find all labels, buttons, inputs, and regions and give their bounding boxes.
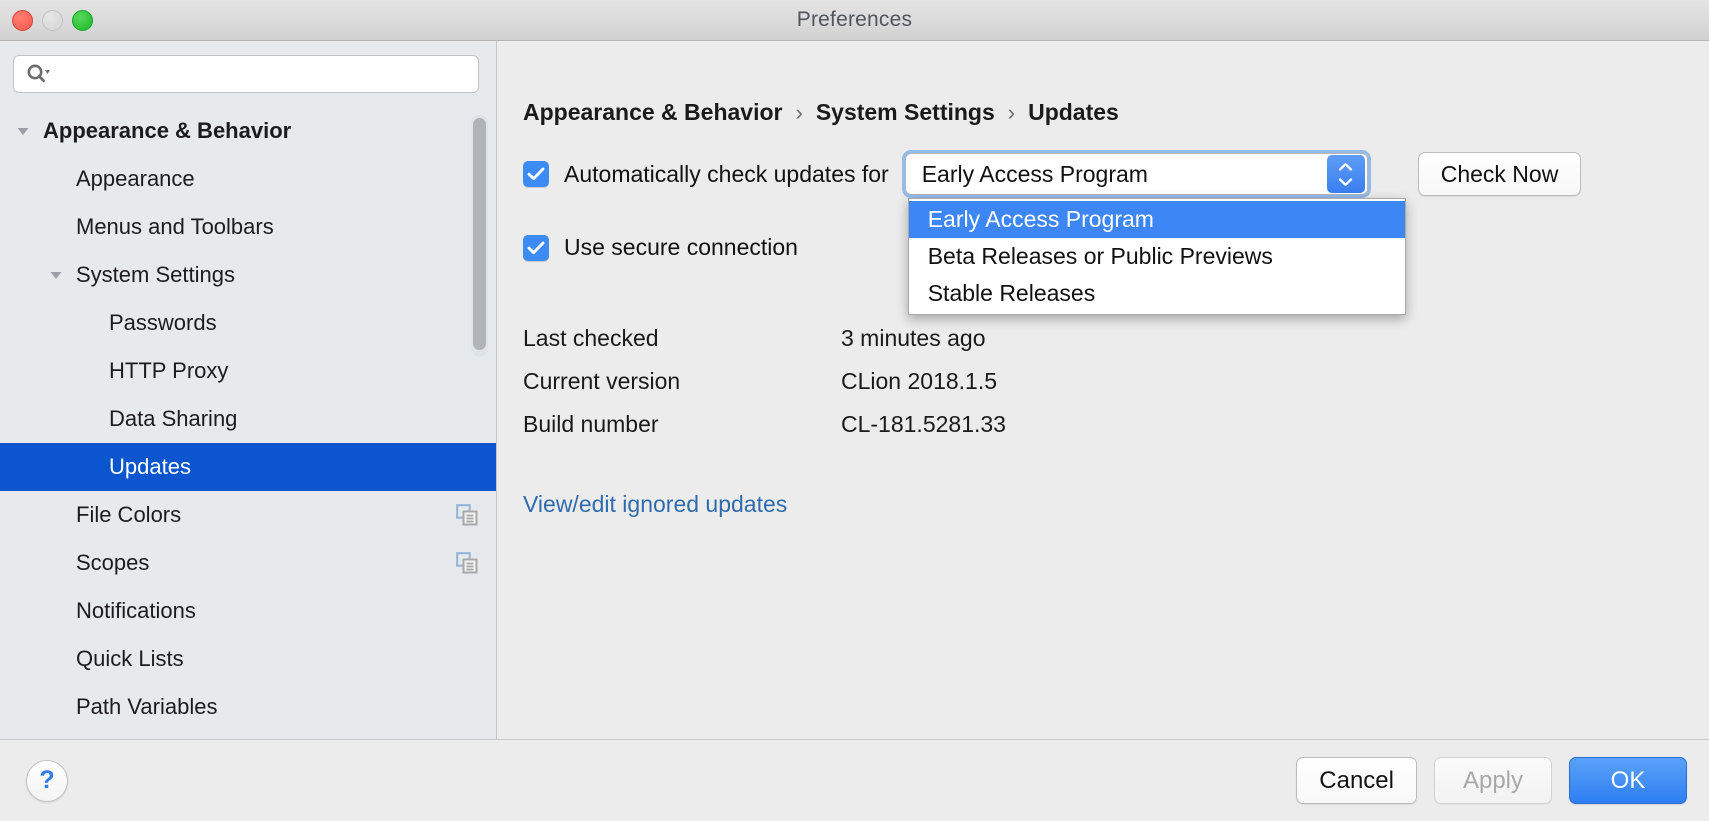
sidebar-item-label: HTTP Proxy <box>109 358 478 384</box>
update-channel-stepper[interactable] <box>1327 155 1365 193</box>
sidebar-item-label: Scopes <box>76 550 456 576</box>
tree-indent-spacer <box>79 361 99 381</box>
auto-check-row: Automatically check updates for Early Ac… <box>523 152 1709 196</box>
tree-indent-spacer <box>46 649 66 669</box>
sidebar-item-label: Passwords <box>109 310 478 336</box>
dialog-footer: ? Cancel Apply OK <box>0 739 1709 821</box>
zoom-button[interactable] <box>72 10 93 31</box>
sidebar: Appearance & Behavior Appearance Menus and… <box>0 41 497 739</box>
sidebar-item-label: File Colors <box>76 502 456 528</box>
settings-tree: Appearance & Behavior Appearance Menus and… <box>0 105 496 739</box>
search-icon[interactable] <box>26 63 50 85</box>
sidebar-item-scopes[interactable]: Scopes <box>0 539 496 587</box>
update-info-table: Last checked 3 minutes ago Current versi… <box>523 317 1709 446</box>
title-bar: Preferences <box>0 0 1709 41</box>
info-value-current-version: CLion 2018.1.5 <box>841 368 997 395</box>
breadcrumb-separator-1: › <box>1008 100 1015 126</box>
dropdown-option-stable-releases[interactable]: Stable Releases <box>909 275 1405 312</box>
sidebar-item-updates[interactable]: Updates <box>0 443 496 491</box>
sidebar-item-system-settings[interactable]: System Settings <box>0 251 496 299</box>
chevron-down-icon[interactable] <box>13 121 33 141</box>
sidebar-item-label: Updates <box>109 454 478 480</box>
auto-check-updates-checkbox-row[interactable]: Automatically check updates for <box>523 161 889 188</box>
check-now-button[interactable]: Check Now <box>1418 152 1582 196</box>
breadcrumb-separator-0: › <box>795 100 802 126</box>
search-field[interactable] <box>13 55 479 93</box>
sidebar-item-label: Data Sharing <box>109 406 478 432</box>
breadcrumb: Appearance & Behavior › System Settings … <box>523 41 1709 126</box>
channel-combo-area: Early Access Program Early Access Progra… <box>905 153 1368 195</box>
sidebar-item-label: Path Variables <box>76 694 478 720</box>
sidebar-item-quick-lists[interactable]: Quick Lists <box>0 635 496 683</box>
sidebar-item-appearance-behavior[interactable]: Appearance & Behavior <box>0 107 496 155</box>
sidebar-item-label: System Settings <box>76 262 478 288</box>
close-button[interactable] <box>12 10 33 31</box>
content-pane: Appearance & Behavior › System Settings … <box>497 41 1709 739</box>
help-icon[interactable]: ? <box>26 760 68 802</box>
tree-indent-spacer <box>46 169 66 189</box>
sidebar-item-label: Quick Lists <box>76 646 478 672</box>
update-channel-dropdown-menu[interactable]: Early Access Program Beta Releases or Pu… <box>908 198 1406 315</box>
tree-indent-spacer <box>79 457 99 477</box>
dropdown-option-early-access-program[interactable]: Early Access Program <box>909 201 1405 238</box>
info-row-build-number: Build number CL-181.5281.33 <box>523 403 1709 446</box>
info-value-build-number: CL-181.5281.33 <box>841 411 1006 438</box>
dropdown-option-beta-releases[interactable]: Beta Releases or Public Previews <box>909 238 1405 275</box>
sidebar-item-menus-and-toolbars[interactable]: Menus and Toolbars <box>0 203 496 251</box>
apply-button[interactable]: Apply <box>1434 757 1552 804</box>
info-row-current-version: Current version CLion 2018.1.5 <box>523 360 1709 403</box>
auto-check-updates-checkbox[interactable] <box>523 161 549 187</box>
chevron-down-icon[interactable] <box>46 265 66 285</box>
secure-connection-checkbox[interactable] <box>523 235 549 261</box>
ok-button[interactable]: OK <box>1569 757 1687 804</box>
tree-indent-spacer <box>46 697 66 717</box>
tree-indent-spacer <box>46 601 66 621</box>
sidebar-scrollbar-thumb[interactable] <box>473 118 486 350</box>
copy-icon[interactable] <box>456 504 478 526</box>
sidebar-item-passwords[interactable]: Passwords <box>0 299 496 347</box>
sidebar-item-label: Notifications <box>76 598 478 624</box>
sidebar-item-notifications[interactable]: Notifications <box>0 587 496 635</box>
info-key-current-version: Current version <box>523 368 841 395</box>
minimize-button[interactable] <box>42 10 63 31</box>
sidebar-item-label: Appearance & Behavior <box>43 118 478 144</box>
secure-connection-label: Use secure connection <box>564 234 798 261</box>
search-container <box>0 41 496 105</box>
info-key-last-checked: Last checked <box>523 325 841 352</box>
sidebar-item-file-colors[interactable]: File Colors <box>0 491 496 539</box>
breadcrumb-item-0[interactable]: Appearance & Behavior <box>523 99 782 126</box>
sidebar-item-http-proxy[interactable]: HTTP Proxy <box>0 347 496 395</box>
sidebar-scrollbar[interactable] <box>471 115 488 357</box>
sidebar-item-data-sharing[interactable]: Data Sharing <box>0 395 496 443</box>
info-key-build-number: Build number <box>523 411 841 438</box>
tree-indent-spacer <box>46 505 66 525</box>
tree-indent-spacer <box>46 217 66 237</box>
traffic-lights <box>12 0 93 41</box>
window-body: Appearance & Behavior Appearance Menus and… <box>0 41 1709 739</box>
copy-icon[interactable] <box>456 552 478 574</box>
cancel-button[interactable]: Cancel <box>1296 757 1417 804</box>
footer-buttons: Cancel Apply OK <box>1296 757 1687 804</box>
info-row-last-checked: Last checked 3 minutes ago <box>523 317 1709 360</box>
tree-indent-spacer <box>79 409 99 429</box>
sidebar-item-label: Appearance <box>76 166 478 192</box>
sidebar-item-appearance[interactable]: Appearance <box>0 155 496 203</box>
tree-indent-spacer <box>79 313 99 333</box>
update-channel-combobox[interactable]: Early Access Program <box>905 153 1368 195</box>
view-edit-ignored-updates-link[interactable]: View/edit ignored updates <box>523 491 787 518</box>
search-input[interactable] <box>50 56 478 92</box>
sidebar-item-label: Menus and Toolbars <box>76 214 478 240</box>
update-channel-selected-value: Early Access Program <box>906 161 1327 188</box>
tree-indent-spacer <box>46 553 66 573</box>
breadcrumb-item-2: Updates <box>1028 99 1119 126</box>
breadcrumb-item-1[interactable]: System Settings <box>816 99 995 126</box>
auto-check-updates-label: Automatically check updates for <box>564 161 889 188</box>
preferences-window: Preferences Appearan <box>0 0 1709 821</box>
info-value-last-checked: 3 minutes ago <box>841 325 985 352</box>
sidebar-item-path-variables[interactable]: Path Variables <box>0 683 496 731</box>
window-title: Preferences <box>797 8 912 32</box>
